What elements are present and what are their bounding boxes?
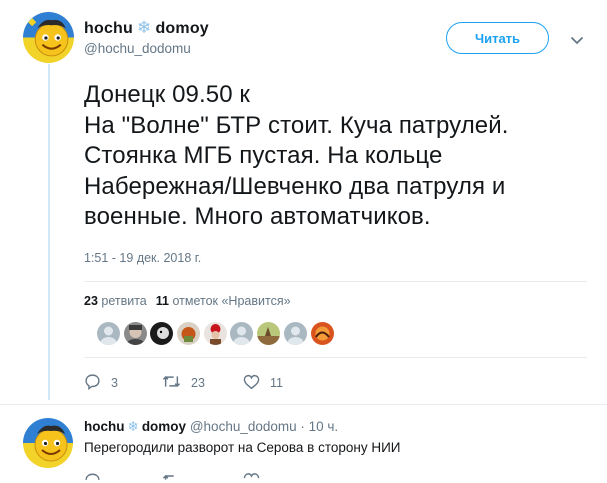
liker-avatar[interactable] <box>177 322 201 345</box>
likes-label: отметок «Нравится» <box>172 294 291 308</box>
tweet-line: Донецк 09.50 к <box>84 81 251 108</box>
retweet-icon[interactable] <box>162 469 243 483</box>
reply-icon[interactable] <box>84 373 111 393</box>
avatar[interactable] <box>23 12 74 63</box>
reply-icon[interactable] <box>84 469 162 483</box>
tweet-actions-bar: 3 23 11 <box>84 373 283 393</box>
tweet-line: На "Волне" БТР стоит. Куча патрулей. <box>84 111 509 139</box>
liker-avatar[interactable] <box>123 322 147 345</box>
retweets-label: ретвита <box>101 294 147 308</box>
liker-avatar[interactable] <box>283 322 307 345</box>
retweet-count: 23 <box>191 376 205 390</box>
heart-icon[interactable] <box>243 469 260 483</box>
user-display-name[interactable]: hochu ❄ domoy <box>84 18 209 38</box>
user-name-last: domoy <box>155 20 209 37</box>
liker-avatar[interactable] <box>97 322 120 345</box>
tweet-timestamp[interactable]: 1:51 - 19 дек. 2018 г. <box>84 251 201 265</box>
likes-stat[interactable]: 11 отметок «Нравится» <box>156 294 291 308</box>
chevron-down-icon[interactable] <box>570 32 584 50</box>
user-name-first: hochu <box>84 20 133 37</box>
retweet-icon[interactable] <box>162 373 191 393</box>
likes-count: 11 <box>155 294 169 308</box>
snowflake-icon: ❄ <box>127 419 139 434</box>
reply-handle-time[interactable]: @hochu_dodomu · 10 ч. <box>190 419 338 434</box>
reply-name-last: domoy <box>141 419 187 434</box>
divider <box>84 357 587 358</box>
tweet-text: Донецк 09.50 к На "Волне" БТР стоит. Куч… <box>84 80 594 233</box>
divider <box>84 281 587 282</box>
liker-avatar[interactable] <box>150 322 174 345</box>
liker-avatar[interactable] <box>203 322 227 345</box>
reply-name-first: hochu <box>84 419 125 434</box>
reply-header[interactable]: hochu ❄ domoy @hochu_dodomu · 10 ч. <box>84 419 338 435</box>
tweet-line: Стоянка МГБ пустая. На кольце <box>84 142 443 169</box>
retweets-stat[interactable]: 23 ретвита <box>84 294 147 308</box>
liker-avatar[interactable] <box>230 322 254 345</box>
reply-count: 3 <box>111 376 118 390</box>
liker-avatar[interactable] <box>257 322 281 345</box>
liker-avatar[interactable] <box>310 322 334 345</box>
user-handle[interactable]: @hochu_dodomu <box>84 41 191 56</box>
retweet-action[interactable]: 23 <box>162 373 243 393</box>
reply-text: Перегородили разворот на Серова в сторон… <box>84 440 401 455</box>
snowflake-icon: ❄ <box>137 18 152 37</box>
divider <box>0 404 607 405</box>
reply-action[interactable]: 3 <box>84 373 162 393</box>
heart-icon[interactable] <box>243 374 270 393</box>
retweets-count: 23 <box>84 294 98 308</box>
reply-avatar[interactable] <box>23 418 73 468</box>
like-action[interactable]: 11 <box>243 374 283 393</box>
reply-actions-bar <box>84 469 260 483</box>
likers-avatar-row <box>97 322 337 345</box>
tweet-line: Набережная/Шевченко два патруля и <box>84 172 506 200</box>
follow-button[interactable]: Читать <box>446 22 549 54</box>
like-count: 11 <box>270 376 283 390</box>
thread-connector-line <box>48 64 50 400</box>
engagement-stats: 23 ретвита 11 отметок «Нравится» <box>84 294 291 308</box>
tweet-line: военные. Много автоматчиков. <box>84 203 431 230</box>
